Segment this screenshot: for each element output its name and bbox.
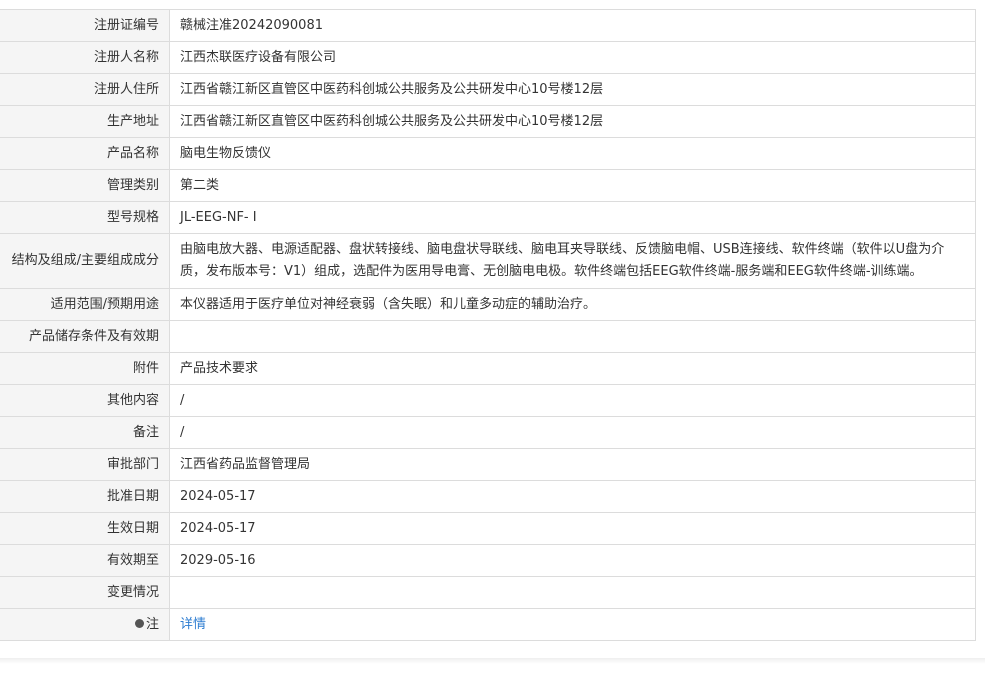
table-row: 结构及组成/主要组成成分 由脑电放大器、电源适配器、盘状转接线、脑电盘状导联线、… (0, 233, 976, 289)
table-row: 型号规格 JL-EEG-NF- I (0, 201, 976, 234)
row-value-approval-department: 江西省药品监督管理局 (169, 448, 976, 481)
row-value-structure-composition: 由脑电放大器、电源适配器、盘状转接线、脑电盘状导联线、脑电耳夹导联线、反馈脑电帽… (169, 233, 976, 289)
row-label-management-category: 管理类别 (0, 169, 170, 202)
row-value-approval-date: 2024-05-17 (169, 480, 976, 513)
table-row: 审批部门 江西省药品监督管理局 (0, 448, 976, 481)
row-value-note: 详情 (169, 608, 976, 641)
row-value-storage-validity (169, 320, 976, 353)
row-label-production-address: 生产地址 (0, 105, 170, 138)
row-value-intended-use: 本仪器适用于医疗单位对神经衰弱（含失眠）和儿童多动症的辅助治疗。 (169, 288, 976, 321)
row-label-registrant-address: 注册人住所 (0, 73, 170, 106)
row-value-production-address: 江西省赣江新区直管区中医药科创城公共服务及公共研发中心10号楼12层 (169, 105, 976, 138)
row-label-registrant-name: 注册人名称 (0, 41, 170, 74)
row-label-valid-until: 有效期至 (0, 544, 170, 577)
registration-detail-table: 注册证编号 赣械注准20242090081 注册人名称 江西杰联医疗设备有限公司… (0, 9, 976, 641)
row-value-other-content: / (169, 384, 976, 417)
row-label-approval-department: 审批部门 (0, 448, 170, 481)
table-row: 附件 产品技术要求 (0, 352, 976, 385)
row-value-registrant-name: 江西杰联医疗设备有限公司 (169, 41, 976, 74)
note-label-text: 注 (145, 616, 159, 632)
bulb-icon (134, 618, 144, 628)
table-row: 产品储存条件及有效期 (0, 320, 976, 353)
table-row: 注册人住所 江西省赣江新区直管区中医药科创城公共服务及公共研发中心10号楼12层 (0, 73, 976, 106)
row-label-effective-date: 生效日期 (0, 512, 170, 545)
table-row: 备注 / (0, 416, 976, 449)
row-value-registration-number: 赣械注准20242090081 (169, 9, 976, 42)
table-row: 其他内容 / (0, 384, 976, 417)
row-label-remarks: 备注 (0, 416, 170, 449)
row-value-registrant-address: 江西省赣江新区直管区中医药科创城公共服务及公共研发中心10号楼12层 (169, 73, 976, 106)
table-row: 适用范围/预期用途 本仪器适用于医疗单位对神经衰弱（含失眠）和儿童多动症的辅助治… (0, 288, 976, 321)
row-value-attachment: 产品技术要求 (169, 352, 976, 385)
row-label-structure-composition: 结构及组成/主要组成成分 (0, 233, 170, 289)
row-value-remarks: / (169, 416, 976, 449)
row-value-model-spec: JL-EEG-NF- I (169, 201, 976, 234)
table-row: 产品名称 脑电生物反馈仪 (0, 137, 976, 170)
details-link[interactable]: 详情 (180, 617, 206, 632)
table-row: 管理类别 第二类 (0, 169, 976, 202)
table-row: 生效日期 2024-05-17 (0, 512, 976, 545)
table-row: 生产地址 江西省赣江新区直管区中医药科创城公共服务及公共研发中心10号楼12层 (0, 105, 976, 138)
row-value-valid-until: 2029-05-16 (169, 544, 976, 577)
row-label-product-name: 产品名称 (0, 137, 170, 170)
row-label-intended-use: 适用范围/预期用途 (0, 288, 170, 321)
row-label-model-spec: 型号规格 (0, 201, 170, 234)
table-row: 注册证编号 赣械注准20242090081 (0, 9, 976, 42)
row-label-registration-number: 注册证编号 (0, 9, 170, 42)
row-label-other-content: 其他内容 (0, 384, 170, 417)
registration-detail-panel: 注册证编号 赣械注准20242090081 注册人名称 江西杰联医疗设备有限公司… (0, 9, 976, 641)
table-row: 批准日期 2024-05-17 (0, 480, 976, 513)
row-value-effective-date: 2024-05-17 (169, 512, 976, 545)
row-label-change-history: 变更情况 (0, 576, 170, 609)
row-label-storage-validity: 产品储存条件及有效期 (0, 320, 170, 353)
row-label-note: 注 (0, 608, 170, 641)
row-value-management-category: 第二类 (169, 169, 976, 202)
row-value-product-name: 脑电生物反馈仪 (169, 137, 976, 170)
table-row: 有效期至 2029-05-16 (0, 544, 976, 577)
row-label-approval-date: 批准日期 (0, 480, 170, 513)
bottom-divider (0, 658, 985, 664)
row-value-change-history (169, 576, 976, 609)
table-row: 变更情况 (0, 576, 976, 609)
table-row: 注册人名称 江西杰联医疗设备有限公司 (0, 41, 976, 74)
row-label-attachment: 附件 (0, 352, 170, 385)
table-row: 注 详情 (0, 608, 976, 641)
